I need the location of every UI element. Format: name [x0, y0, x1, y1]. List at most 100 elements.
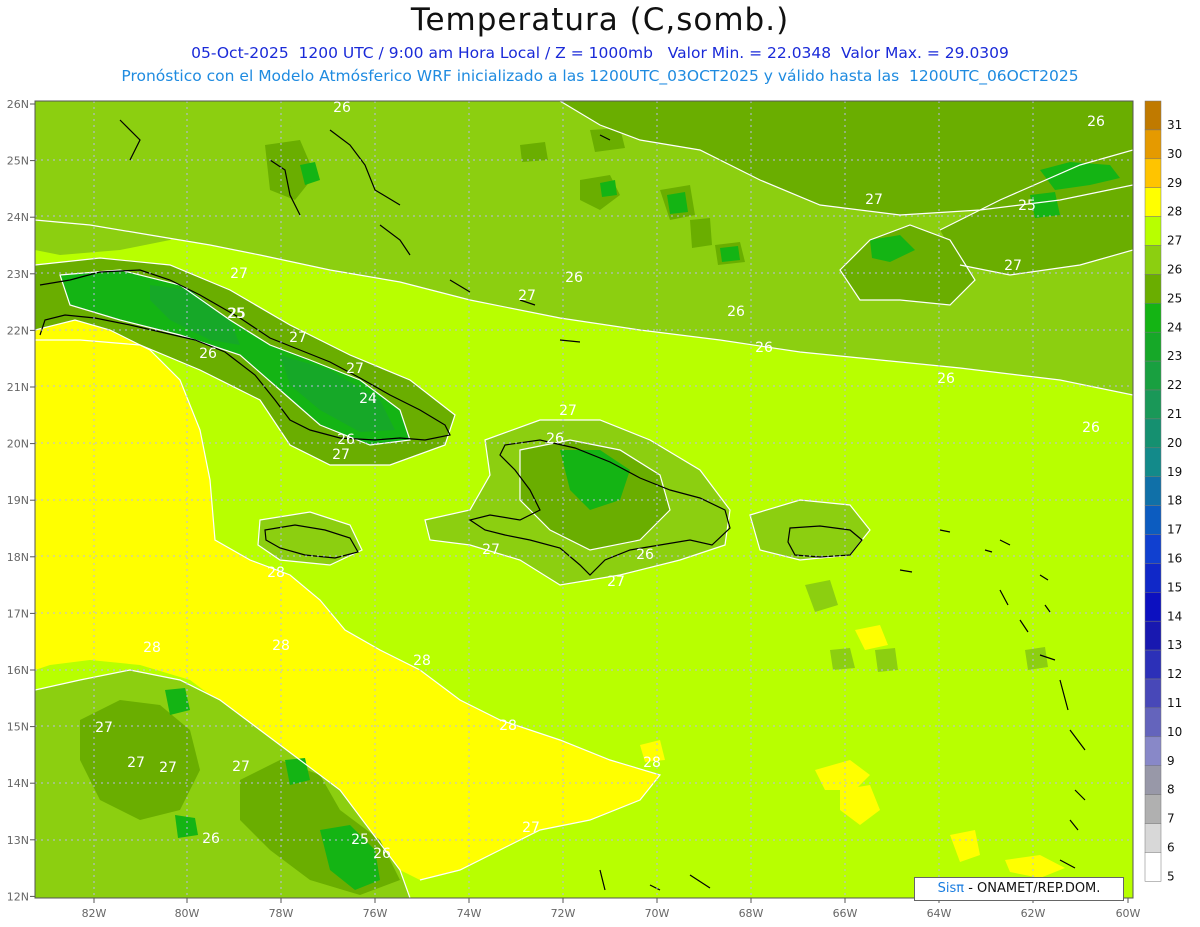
contour-label: 26	[333, 100, 351, 116]
colorbar-label: 30	[1167, 147, 1182, 161]
contour-label: 25	[227, 306, 245, 322]
credit-text: - ONAMET/REP.DOM.	[964, 881, 1101, 896]
colorbar-swatch	[1144, 245, 1162, 275]
contour-label: 27	[289, 330, 307, 346]
contour-label: 26	[546, 431, 564, 447]
contour-label: 25	[351, 832, 369, 848]
lat-tick-label: 13N	[7, 834, 29, 847]
latitude-axis: 26N 25N 24N 23N 22N 21N 20N 19N 18N 17N 16N 15N 14N 1…	[7, 98, 35, 903]
credit-box: Sisπ - ONAMET/REP.DOM.	[914, 877, 1124, 901]
contour-label: 27	[232, 759, 250, 775]
lat-tick-label: 19N	[7, 494, 29, 507]
contour-label: 27	[1004, 258, 1022, 274]
colorbar-label: 16	[1167, 552, 1182, 566]
colorbar: 31 30 29 28 27 26 25 24 23 22 21 20 19 18 17 16 15 14 13 12…	[1144, 100, 1182, 883]
temperature-map: 82W 80W 78W 76W 74W 72W 70W 68W 66W 64W 62W 60W 26N…	[7, 98, 1183, 920]
lon-tick-label: 70W	[645, 907, 670, 920]
colorbar-label: 9	[1167, 754, 1175, 768]
colorbar-label: 8	[1167, 783, 1175, 797]
contour-label: 26	[1082, 420, 1100, 436]
contour-label: 27	[865, 192, 883, 208]
contour-label: 28	[499, 718, 517, 734]
colorbar-label: 14	[1167, 609, 1182, 623]
lat-tick-label: 24N	[7, 211, 29, 224]
credit-brand: Sisπ	[937, 881, 965, 896]
contour-label: 27	[518, 288, 536, 304]
contour-label: 26	[199, 346, 217, 362]
colorbar-swatch	[1144, 447, 1162, 477]
contour-label: 27	[95, 720, 113, 736]
colorbar-label: 20	[1167, 436, 1182, 450]
colorbar-swatch	[1144, 794, 1162, 824]
lon-tick-label: 64W	[927, 907, 952, 920]
colorbar-swatch	[1144, 563, 1162, 593]
contour-label: 27	[522, 820, 540, 836]
lat-tick-label: 26N	[7, 98, 29, 111]
colorbar-label: 15	[1167, 580, 1182, 594]
colorbar-label: 29	[1167, 176, 1182, 190]
colorbar-label: 17	[1167, 523, 1182, 537]
contour-label: 27	[559, 403, 577, 419]
contour-label: 26	[202, 831, 220, 847]
colorbar-label: 6	[1167, 841, 1175, 855]
colorbar-label: 31	[1167, 118, 1182, 132]
colorbar-label: 13	[1167, 638, 1182, 652]
lon-tick-label: 62W	[1021, 907, 1046, 920]
lat-tick-label: 20N	[7, 438, 29, 451]
contour-label: 26	[755, 340, 773, 356]
lat-tick-label: 14N	[7, 777, 29, 790]
lat-tick-label: 18N	[7, 551, 29, 564]
colorbar-swatch	[1144, 216, 1162, 246]
colorbar-label: 19	[1167, 465, 1182, 479]
lon-tick-label: 76W	[363, 907, 388, 920]
contour-label: 28	[143, 640, 161, 656]
colorbar-label: 23	[1167, 349, 1182, 363]
longitude-axis: 82W 80W 78W 76W 74W 72W 70W 68W 66W 64W 62W 60W	[82, 898, 1141, 920]
colorbar-swatch	[1144, 649, 1162, 680]
contour-label: 27	[607, 574, 625, 590]
colorbar-label: 10	[1167, 725, 1182, 739]
colorbar-label: 7	[1167, 812, 1175, 826]
contour-label: 28	[413, 653, 431, 669]
contour-label: 27	[159, 760, 177, 776]
colorbar-swatch	[1144, 592, 1162, 622]
colorbar-label: 12	[1167, 667, 1182, 681]
contour-label: 25	[1018, 198, 1036, 214]
colorbar-swatch	[1144, 389, 1162, 420]
contour-label: 27	[482, 542, 500, 558]
colorbar-label: 5	[1167, 869, 1175, 883]
contour-label: 27	[346, 361, 364, 377]
contour-label: 27	[332, 447, 350, 463]
colorbar-label: 11	[1167, 696, 1182, 710]
lat-tick-label: 21N	[7, 381, 29, 394]
lat-tick-label: 23N	[7, 268, 29, 281]
contour-label: 26	[373, 846, 391, 862]
contour-label: 28	[643, 755, 661, 771]
colorbar-swatch	[1144, 823, 1162, 853]
colorbar-swatch	[1144, 418, 1162, 449]
colorbar-label: 18	[1167, 494, 1182, 508]
lon-tick-label: 74W	[457, 907, 482, 920]
contour-label: 26	[337, 432, 355, 448]
contour-label: 27	[230, 266, 248, 282]
lat-tick-label: 15N	[7, 721, 29, 734]
contour-label: 24	[359, 391, 377, 407]
colorbar-label: 25	[1167, 291, 1182, 305]
lon-tick-label: 82W	[82, 907, 107, 920]
contour-label: 26	[727, 304, 745, 320]
colorbar-label: 28	[1167, 205, 1182, 219]
lat-tick-label: 16N	[7, 664, 29, 677]
contour-label: 26	[636, 547, 654, 563]
contour-label: 26	[1087, 114, 1105, 130]
lat-tick-label: 12N	[7, 890, 29, 903]
contour-label: 26	[937, 371, 955, 387]
colorbar-swatch	[1144, 765, 1162, 795]
lat-tick-label: 25N	[7, 155, 29, 168]
colorbar-label: 24	[1167, 320, 1182, 334]
colorbar-swatch	[1144, 620, 1162, 651]
lat-tick-label: 22N	[7, 324, 29, 337]
colorbar-swatch	[1144, 274, 1162, 304]
lon-tick-label: 72W	[551, 907, 576, 920]
colorbar-label: 22	[1167, 378, 1182, 392]
colorbar-swatch	[1144, 360, 1162, 391]
